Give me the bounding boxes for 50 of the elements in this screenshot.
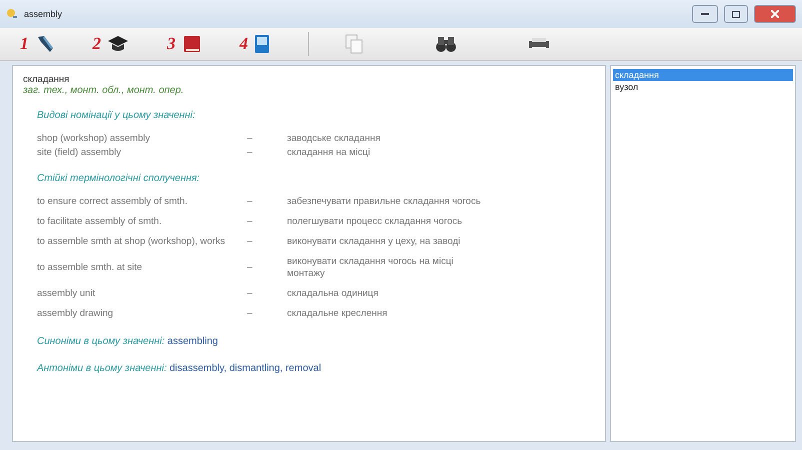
section-heading: Видові номінації у цьому значенні: [37, 110, 196, 121]
graduation-cap-icon [107, 34, 129, 54]
translation: забезпечувати правильне складання чогось [287, 196, 482, 208]
maximize-icon [732, 10, 740, 18]
translation: виконувати складання чогось на місці монтажу [287, 256, 454, 280]
dictionary-button[interactable]: 2 [92, 34, 129, 54]
english-term: to assemble smth. at site [37, 262, 144, 274]
english-term: to assemble smth at shop (workshop), works [37, 236, 226, 248]
list-item[interactable]: складання [613, 69, 793, 81]
notebook-icon [254, 34, 270, 54]
dash: – [247, 308, 254, 320]
close-button[interactable] [754, 5, 796, 23]
relation-label: Синоніми в цьому значенні: [37, 336, 165, 347]
english-term: assembly drawing [37, 308, 114, 320]
dash: – [247, 133, 254, 145]
dash: – [247, 196, 254, 208]
list-item[interactable]: вузол [613, 81, 793, 93]
dash: – [247, 216, 254, 228]
window-title: assembly [24, 9, 64, 19]
english-term: site (field) assembly [37, 147, 122, 159]
headword: складання [23, 74, 70, 85]
maximize-button[interactable] [724, 5, 748, 23]
related-words: assembling [167, 336, 218, 347]
dash: – [247, 262, 254, 274]
dash: – [247, 147, 254, 159]
english-term: assembly unit [37, 288, 96, 300]
app-icon [6, 8, 18, 20]
dictionary-button[interactable]: 4 [240, 34, 270, 54]
english-term: to ensure correct assembly of smth. [37, 196, 188, 208]
minimize-button[interactable] [692, 5, 718, 23]
close-icon [771, 10, 779, 18]
translation: складальне креслення [287, 308, 388, 320]
related-words: disassembly, dismantling, removal [170, 363, 322, 374]
english-term: shop (workshop) assembly [37, 133, 151, 145]
dash: – [247, 236, 254, 248]
book-icon [182, 34, 202, 54]
translation: складання на місці [287, 147, 372, 159]
translation: виконувати складання у цеху, на заводі [287, 236, 462, 248]
dash: – [247, 288, 254, 300]
section-heading: Стійкі термінологічні сполучення: [37, 173, 201, 184]
translation: складальна одиниця [287, 288, 380, 300]
relation-label: Антоніми в цьому значенні: [37, 363, 167, 374]
dictionary-button[interactable]: 1 [20, 34, 54, 54]
dictionary-button[interactable]: 3 [167, 34, 202, 54]
usage-labels: заг. тех., монт. обл., монт. опер. [23, 85, 185, 96]
translation: полегшувати процесс складання чогось [287, 216, 464, 228]
binoculars-button[interactable] [435, 34, 457, 54]
translation: заводське складання [287, 133, 382, 145]
english-term: to facilitate assembly of smth. [37, 216, 163, 228]
minimize-icon [701, 13, 709, 15]
